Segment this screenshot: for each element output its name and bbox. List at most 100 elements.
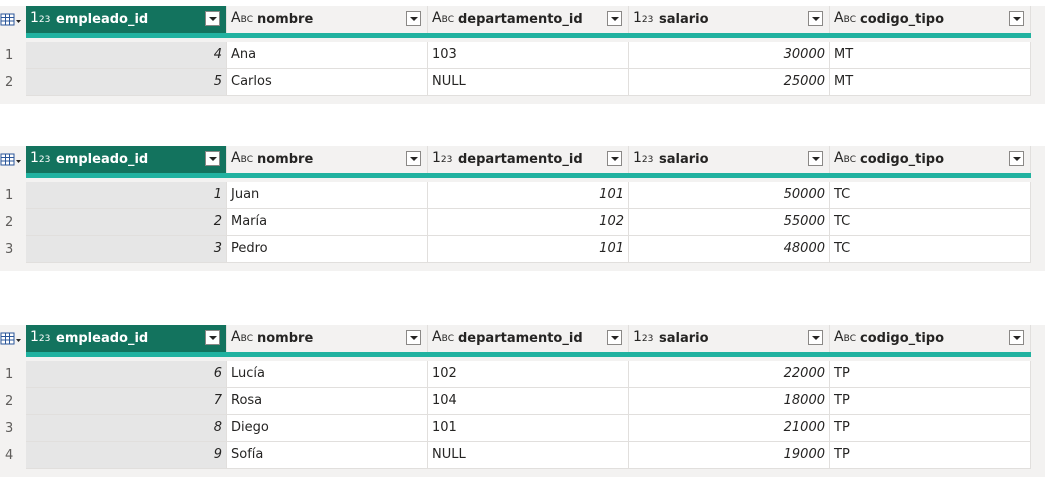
text-type-icon: ABC: [231, 10, 254, 26]
cell-codigo-tipo[interactable]: TC: [830, 209, 1031, 236]
table-row: 1 1 Juan 101 50000 TC: [0, 182, 1031, 209]
column-name: nombre: [257, 152, 314, 167]
column-header-departamento-id[interactable]: 1 2 3 departamento_id: [428, 146, 629, 173]
cell-salario[interactable]: 18000: [629, 388, 830, 415]
column-filter-dropdown-icon[interactable]: [808, 151, 823, 166]
column-header-row: 1 2 3 empleado_id A B Cnombre 1 2 3 departamento_i…: [0, 146, 1045, 173]
cell-empleado-id[interactable]: 7: [26, 388, 227, 415]
column-filter-dropdown-icon[interactable]: [1009, 11, 1024, 26]
column-filter-dropdown-icon[interactable]: [808, 11, 823, 26]
column-header-departamento-id[interactable]: A B Cdepartamento_id: [428, 325, 629, 352]
cell-salario[interactable]: 48000: [629, 236, 830, 263]
cell-empleado-id[interactable]: 1: [26, 182, 227, 209]
column-filter-dropdown-icon[interactable]: [406, 330, 421, 345]
cell-nombre[interactable]: Ana: [227, 42, 428, 69]
cell-departamento-id[interactable]: 103: [428, 42, 629, 69]
column-header-nombre[interactable]: A B Cnombre: [227, 146, 428, 173]
column-name: departamento_id: [458, 12, 583, 27]
column-name: departamento_id: [458, 152, 583, 167]
column-filter-dropdown-icon[interactable]: [808, 330, 823, 345]
cell-codigo-tipo[interactable]: TP: [830, 442, 1031, 469]
cell-nombre[interactable]: Carlos: [227, 69, 428, 96]
column-filter-dropdown-icon[interactable]: [406, 151, 421, 166]
column-header-salario[interactable]: 1 2 3 salario: [629, 146, 830, 173]
cell-nombre[interactable]: Sofía: [227, 442, 428, 469]
cell-codigo-tipo[interactable]: TP: [830, 361, 1031, 388]
column-header-empleado-id[interactable]: 1 2 3 empleado_id: [26, 325, 227, 352]
column-filter-dropdown-icon[interactable]: [607, 11, 622, 26]
column-name: empleado_id: [56, 152, 149, 167]
table-preview-2: 1 2 3 empleado_id A B Cnombre 1 2 3 departamento_i…: [0, 146, 1045, 271]
column-header-codigo-tipo[interactable]: A B Ccodigo_tipo: [830, 325, 1031, 352]
column-name: nombre: [257, 12, 314, 27]
text-type-icon: ABC: [834, 329, 857, 345]
cell-empleado-id[interactable]: 5: [26, 69, 227, 96]
column-filter-dropdown-icon[interactable]: [406, 11, 421, 26]
cell-nombre[interactable]: Juan: [227, 182, 428, 209]
cell-salario[interactable]: 19000: [629, 442, 830, 469]
column-header-salario[interactable]: 1 2 3 salario: [629, 325, 830, 352]
column-header-nombre[interactable]: A B Cnombre: [227, 325, 428, 352]
cell-salario[interactable]: 25000: [629, 69, 830, 96]
column-name: codigo_tipo: [860, 12, 945, 27]
column-filter-dropdown-icon[interactable]: [1009, 151, 1024, 166]
table-preview-1: 1 2 3 empleado_id A B Cnombre A B Cdepartamento_i…: [0, 6, 1045, 104]
cell-departamento-id[interactable]: 102: [428, 361, 629, 388]
cell-nombre[interactable]: Diego: [227, 415, 428, 442]
column-header-departamento-id[interactable]: A B Cdepartamento_id: [428, 6, 629, 33]
cell-codigo-tipo[interactable]: MT: [830, 42, 1031, 69]
cell-departamento-id[interactable]: NULL: [428, 69, 629, 96]
number-type-icon: 123: [30, 329, 51, 345]
text-type-icon: ABC: [432, 329, 455, 345]
column-name: salario: [659, 331, 709, 346]
cell-empleado-id[interactable]: 3: [26, 236, 227, 263]
cell-departamento-id[interactable]: 101: [428, 182, 629, 209]
cell-salario[interactable]: 30000: [629, 42, 830, 69]
column-header-row: 1 2 3 empleado_id A B Cnombre A B Cdepartamento_i…: [0, 6, 1045, 33]
row-number: 4: [5, 448, 14, 463]
cell-salario[interactable]: 55000: [629, 209, 830, 236]
column-header-salario[interactable]: 1 2 3 salario: [629, 6, 830, 33]
column-filter-dropdown-icon[interactable]: [205, 151, 220, 166]
column-header-empleado-id[interactable]: 1 2 3 empleado_id: [26, 6, 227, 33]
cell-salario[interactable]: 50000: [629, 182, 830, 209]
column-filter-dropdown-icon[interactable]: [607, 151, 622, 166]
row-number: 3: [5, 242, 14, 257]
cell-codigo-tipo[interactable]: TP: [830, 388, 1031, 415]
column-name: salario: [659, 152, 709, 167]
number-type-icon: 123: [633, 10, 654, 26]
column-filter-dropdown-icon[interactable]: [1009, 330, 1024, 345]
cell-nombre[interactable]: María: [227, 209, 428, 236]
row-number: 1: [5, 48, 14, 63]
column-header-nombre[interactable]: A B Cnombre: [227, 6, 428, 33]
cell-codigo-tipo[interactable]: MT: [830, 69, 1031, 96]
cell-departamento-id[interactable]: 101: [428, 415, 629, 442]
cell-empleado-id[interactable]: 6: [26, 361, 227, 388]
cell-empleado-id[interactable]: 4: [26, 42, 227, 69]
cell-codigo-tipo[interactable]: TC: [830, 182, 1031, 209]
cell-nombre[interactable]: Pedro: [227, 236, 428, 263]
cell-departamento-id[interactable]: NULL: [428, 442, 629, 469]
text-type-icon: ABC: [834, 10, 857, 26]
cell-codigo-tipo[interactable]: TC: [830, 236, 1031, 263]
cell-nombre[interactable]: Rosa: [227, 388, 428, 415]
column-filter-dropdown-icon[interactable]: [205, 330, 220, 345]
cell-salario[interactable]: 21000: [629, 415, 830, 442]
cell-empleado-id[interactable]: 2: [26, 209, 227, 236]
cell-nombre[interactable]: Lucía: [227, 361, 428, 388]
table-row: 2 2 María 102 55000 TC: [0, 209, 1031, 236]
column-quality-bar: [26, 352, 1031, 357]
cell-empleado-id[interactable]: 8: [26, 415, 227, 442]
cell-departamento-id[interactable]: 102: [428, 209, 629, 236]
cell-codigo-tipo[interactable]: TP: [830, 415, 1031, 442]
column-header-empleado-id[interactable]: 1 2 3 empleado_id: [26, 146, 227, 173]
number-type-icon: 123: [432, 150, 453, 166]
column-filter-dropdown-icon[interactable]: [607, 330, 622, 345]
cell-empleado-id[interactable]: 9: [26, 442, 227, 469]
column-header-codigo-tipo[interactable]: A B Ccodigo_tipo: [830, 146, 1031, 173]
cell-salario[interactable]: 22000: [629, 361, 830, 388]
column-header-codigo-tipo[interactable]: A B Ccodigo_tipo: [830, 6, 1031, 33]
column-filter-dropdown-icon[interactable]: [205, 11, 220, 26]
cell-departamento-id[interactable]: 104: [428, 388, 629, 415]
cell-departamento-id[interactable]: 101: [428, 236, 629, 263]
